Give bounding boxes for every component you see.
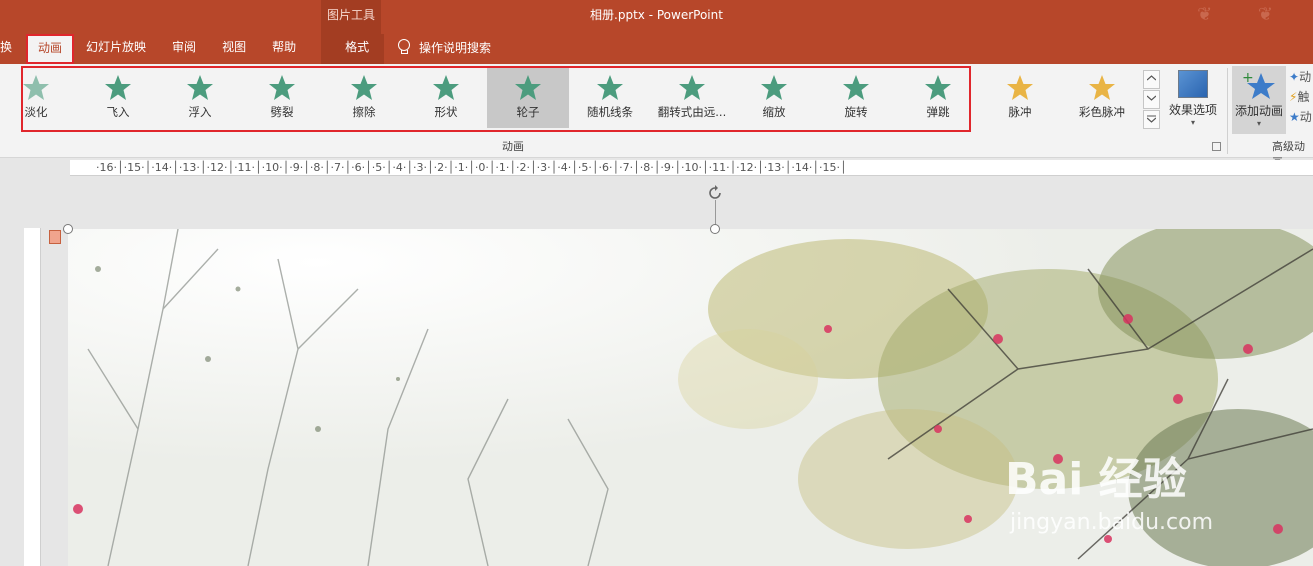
dropdown-arrow-icon: ▾ (1190, 118, 1195, 127)
swivel-star-icon (843, 75, 869, 100)
animation-wipe[interactable]: 擦除 (323, 68, 405, 128)
window-title: 相册.pptx - PowerPoint (590, 8, 723, 22)
tab-slideshow[interactable]: 幻灯片放映 (74, 34, 146, 64)
animation-fade[interactable]: 淡化 (0, 68, 77, 128)
animation-label: 飞入 (106, 105, 130, 119)
animation-painter-item[interactable]: ★动 (1289, 108, 1313, 128)
resize-handle-top-left[interactable] (63, 224, 73, 234)
animation-pane-item[interactable]: ✦动 (1289, 68, 1313, 88)
animation-random-bars[interactable]: 随机线条 (569, 68, 651, 128)
title-bar: 相册.pptx - PowerPoint ❦ ❦ 图片工具 换 动画 幻灯片放映… (0, 0, 1313, 64)
effect-options-label: 效果选项 (1168, 103, 1217, 117)
ribbon-tabs: 换 动画 幻灯片放映 审阅 视图 帮助 格式 (0, 34, 385, 64)
pulse-star-icon (1007, 75, 1033, 100)
tab-format[interactable]: 格式 (330, 34, 385, 64)
animation-wheel[interactable]: 轮子 (487, 68, 569, 128)
effect-options-icon (1178, 70, 1208, 98)
animation-float-in[interactable]: 浮入 (159, 68, 241, 128)
animation-label: 劈裂 (270, 105, 294, 119)
lightbulb-icon (397, 39, 411, 55)
chevron-up-icon (1147, 75, 1156, 81)
more-icon (1147, 115, 1156, 123)
animation-label: 弹跳 (926, 105, 950, 119)
animation-label: 缩放 (762, 105, 786, 119)
animation-grow-turn[interactable]: 翻转式由远... (651, 68, 733, 128)
animation-order-tag[interactable] (49, 230, 61, 244)
gallery-scroll-up[interactable] (1143, 70, 1160, 89)
vertical-ruler (24, 228, 41, 566)
animation-label: 轮子 (516, 105, 540, 119)
animation-zoom[interactable]: 缩放 (733, 68, 815, 128)
animation-shape[interactable]: 形状 (405, 68, 487, 128)
shape-star-icon (433, 75, 459, 100)
animation-color-pulse[interactable]: 彩色脉冲 (1061, 68, 1143, 128)
rotate-handle-icon[interactable] (705, 183, 725, 203)
group-separator (1227, 68, 1228, 154)
add-animation-star-icon: + (1242, 70, 1275, 99)
dialog-launcher-icon[interactable] (1212, 142, 1221, 151)
split-star-icon (269, 75, 295, 100)
animation-bounce[interactable]: 弹跳 (897, 68, 979, 128)
grow-turn-star-icon (679, 75, 705, 100)
painter-star-icon: ★ (1289, 110, 1300, 124)
ruler-ticks: ·16·│·15·│·14·│·13·│·12·│·11·│·10·│·9·│·… (96, 161, 847, 174)
decorative-birds: ❦ ❦ (1197, 4, 1293, 25)
picture-tools-label: 图片工具 (326, 8, 375, 22)
animation-fly-in[interactable]: 飞入 (77, 68, 159, 128)
baidu-watermark: Bai 经验 (1005, 454, 1187, 505)
animation-label: 淡化 (24, 105, 48, 119)
fade-star-icon (23, 75, 49, 100)
trigger-item[interactable]: ⚡触 (1289, 88, 1313, 108)
tab-transitions[interactable]: 换 (0, 34, 21, 64)
tab-review[interactable]: 审阅 (146, 34, 196, 64)
zoom-star-icon (761, 75, 787, 100)
animation-pulse[interactable]: 脉冲 (979, 68, 1061, 128)
effect-options-button[interactable]: 效果选项 ▾ (1163, 68, 1223, 132)
animation-split[interactable]: 劈裂 (241, 68, 323, 128)
animation-label: 随机线条 (587, 105, 633, 119)
tell-me-search[interactable]: 操作说明搜索 (397, 34, 491, 60)
animations-ribbon: 淡化 飞入 浮入 劈裂 擦除 形状 轮子 随机线条 翻转式由远... 缩放 旋转 弹跳 脉冲 彩色脉冲 效… (0, 64, 1313, 169)
advanced-animation-items: ✦动 ⚡触 ★动 (1289, 68, 1313, 132)
animation-group-label: 动画 (502, 140, 524, 153)
wheel-star-icon (515, 75, 541, 100)
svg-text:+: + (1242, 70, 1254, 86)
animation-pane-icon: ✦ (1289, 70, 1300, 84)
add-animation-label: 添加动画 (1234, 104, 1283, 118)
add-animation-button[interactable]: + 添加动画 ▾ (1232, 66, 1286, 134)
dropdown-arrow-icon: ▾ (1256, 119, 1261, 128)
random-bars-star-icon (597, 75, 623, 100)
tell-me-label: 操作说明搜索 (419, 40, 492, 55)
animation-label: 彩色脉冲 (1079, 105, 1125, 119)
gallery-scroll-down[interactable] (1143, 90, 1160, 109)
horizontal-ruler: ·16·│·15·│·14·│·13·│·12·│·11·│·10·│·9·│·… (70, 160, 1313, 176)
animation-label: 旋转 (844, 105, 868, 119)
bounce-star-icon (925, 75, 951, 100)
baidu-watermark-url: jingyan.baidu.com (1010, 510, 1214, 535)
animation-label: 浮入 (188, 105, 212, 119)
resize-handle-top[interactable] (710, 224, 720, 234)
fly-in-star-icon (105, 75, 131, 100)
tab-animations[interactable]: 动画 (26, 34, 75, 64)
chevron-down-icon (1147, 95, 1156, 101)
gallery-more[interactable] (1143, 110, 1160, 129)
animation-label: 擦除 (352, 105, 376, 119)
animation-label: 形状 (434, 105, 458, 119)
animation-label: 脉冲 (1008, 105, 1032, 119)
tab-view[interactable]: 视图 (196, 34, 246, 64)
color-pulse-star-icon (1089, 75, 1115, 100)
tab-help[interactable]: 帮助 (246, 34, 296, 64)
wipe-star-icon (351, 75, 377, 100)
animation-swivel[interactable]: 旋转 (815, 68, 897, 128)
float-in-star-icon (187, 75, 213, 100)
animation-label: 翻转式由远... (657, 105, 727, 119)
